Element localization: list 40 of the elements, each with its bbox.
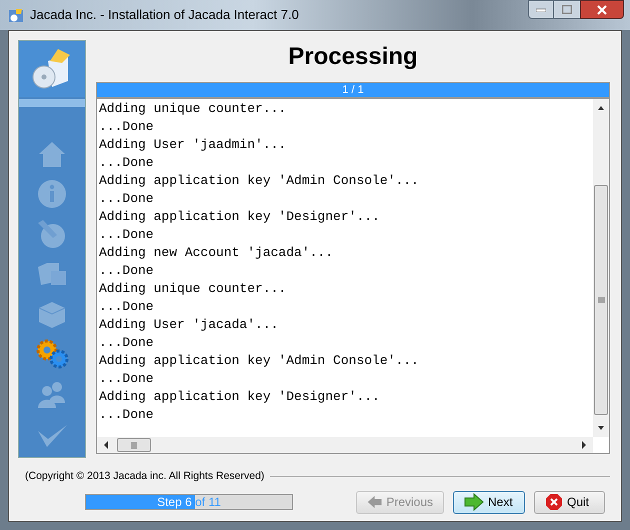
log-line: ...Done — [99, 154, 155, 172]
log-line: ...Done — [99, 334, 155, 352]
log-line: ...Done — [99, 370, 155, 388]
sidebar-highlight-strip — [19, 99, 85, 107]
quit-button[interactable]: Quit — [534, 490, 605, 514]
log-line: ...Done — [99, 190, 155, 208]
window-title: Jacada Inc. - Installation of Jacada Interact 7.0 — [30, 6, 299, 24]
page-heading: Processing — [287, 42, 419, 72]
log-line: Adding application key 'Designer'... — [99, 208, 381, 226]
log-line: ...Done — [99, 298, 155, 316]
log-line: Adding application key 'Admin Console'... — [99, 352, 420, 370]
copyright-text: (Copyright © 2013 Jacada inc. All Rights Reserved) — [25, 469, 264, 484]
minimize-icon — [536, 8, 546, 12]
scroll-thumb[interactable] — [117, 438, 151, 452]
app-icon — [8, 7, 24, 23]
log-line: Adding User 'jacada'... — [99, 316, 280, 334]
log-line: ...Done — [99, 262, 155, 280]
next-button[interactable]: Next — [453, 490, 525, 514]
log-line: ...Done — [99, 226, 155, 244]
close-icon — [597, 4, 607, 14]
vertical-scrollbar[interactable] — [593, 99, 609, 437]
scroll-thumb[interactable] — [594, 185, 608, 415]
close-button[interactable] — [580, 0, 624, 19]
log-line: Adding unique counter... — [99, 100, 288, 118]
log-line: Adding new Account 'jacada'... — [99, 244, 334, 262]
log-line: Adding User 'jaadmin'... — [99, 136, 288, 154]
maximize-icon — [562, 5, 572, 14]
progress-label: 1 / 1 — [341, 83, 365, 97]
log-line: Adding unique counter... — [99, 280, 288, 298]
log-line: ...Done — [99, 118, 155, 136]
grip-icon — [130, 442, 138, 448]
close-icon — [545, 493, 563, 512]
maximize-button[interactable] — [554, 0, 580, 19]
log-line: Adding application key 'Admin Console'... — [99, 172, 420, 190]
minimize-button[interactable] — [528, 0, 554, 19]
right-arrow-icon — [464, 493, 484, 512]
log-line: Adding application key 'Designer'... — [99, 388, 381, 406]
grip-icon — [598, 296, 604, 304]
log-line: ...Done — [99, 406, 155, 424]
horizontal-scrollbar[interactable] — [97, 437, 593, 453]
